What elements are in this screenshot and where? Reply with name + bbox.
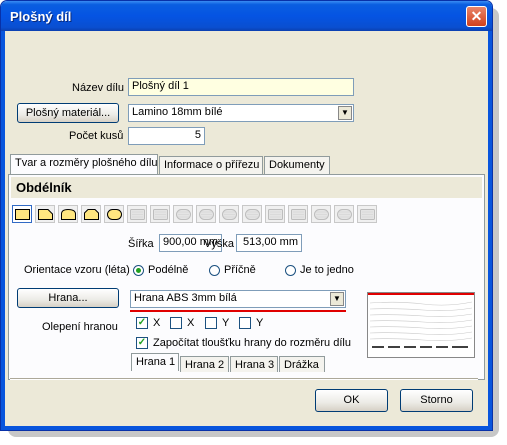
count-input[interactable]: 5 — [128, 127, 205, 145]
shape-round-corner-button[interactable] — [58, 205, 78, 223]
height-input[interactable]: 513,00 mm — [236, 234, 302, 252]
shape-chamfer-corner-icon — [38, 209, 53, 220]
shape-hatched-4-icon — [291, 209, 306, 220]
shape-hatched-1-button[interactable] — [127, 205, 147, 223]
width-label: Šířka — [128, 238, 154, 250]
shape-oval-2-icon — [199, 209, 214, 220]
shape-round-corner-icon — [61, 209, 76, 220]
radio-pricne-label: Příčně — [224, 264, 256, 276]
check-x2[interactable] — [170, 317, 182, 329]
shape-chamfer-both-button[interactable] — [81, 205, 101, 223]
shape-header: Obdélník — [11, 177, 482, 198]
shape-hatched-1-icon — [130, 209, 145, 220]
shape-hatched-5-button[interactable] — [357, 205, 377, 223]
check-x2-label: X — [187, 317, 195, 329]
check-y1[interactable] — [205, 317, 217, 329]
edge-button[interactable]: Hrana... — [17, 288, 119, 308]
ok-button[interactable]: OK — [315, 389, 388, 412]
preview-edge-top — [368, 293, 474, 295]
name-label-text: Název dílu — [72, 82, 124, 94]
shape-round-both-button[interactable] — [104, 205, 124, 223]
glue-label: Olepení hranou — [42, 321, 118, 333]
close-icon[interactable]: ✕ — [466, 6, 487, 27]
edge-underline — [130, 310, 346, 312]
cancel-button[interactable]: Storno — [400, 389, 473, 412]
tab-hrana-1[interactable]: Hrana 1 — [131, 353, 179, 371]
window-title: Plošný díl — [10, 9, 72, 24]
radio-podelne[interactable] — [133, 265, 144, 276]
tab-shape-dimensions[interactable]: Tvar a rozměry plošného dílu — [10, 154, 158, 174]
tab-documents[interactable]: Dokumenty — [264, 156, 330, 174]
check-y2-label: Y — [256, 317, 264, 329]
shape-semicircle-icon — [222, 209, 237, 220]
check-thickness[interactable]: ✓ — [136, 337, 148, 349]
shape-hatched-5-icon — [360, 209, 375, 220]
shape-rectangle-icon — [15, 209, 30, 220]
check-y2[interactable] — [239, 317, 251, 329]
material-select[interactable]: Lamino 18mm bílé ▼ — [128, 104, 354, 122]
shape-hatched-2-button[interactable] — [150, 205, 170, 223]
edge-select[interactable]: Hrana ABS 3mm bílá ▼ — [130, 290, 346, 308]
radio-je-to-jedno-label: Je to jedno — [300, 264, 354, 276]
tab-drazka[interactable]: Drážka — [279, 356, 325, 372]
radio-pricne[interactable] — [209, 265, 220, 276]
check-y1-label: Y — [222, 317, 230, 329]
orientation-label: Orientace vzoru (léta) — [24, 264, 130, 276]
shape-semicircle-button[interactable] — [219, 205, 239, 223]
shape-hatched-3-icon — [268, 209, 283, 220]
radio-podelne-label: Podélně — [148, 264, 189, 276]
shape-oval-3-icon — [314, 209, 329, 220]
material-select-value: Lamino 18mm bílé — [132, 106, 223, 118]
wood-grain-preview — [368, 293, 474, 348]
name-input[interactable]: Plošný díl 1 — [128, 78, 354, 96]
chevron-down-icon[interactable]: ▼ — [330, 292, 344, 306]
check-x1[interactable]: ✓ — [136, 317, 148, 329]
part-preview — [367, 292, 475, 358]
shape-hatched-3-button[interactable] — [265, 205, 285, 223]
shape-round-both-icon — [107, 209, 122, 220]
shape-circle-button[interactable] — [242, 205, 262, 223]
shape-rectangle-button[interactable] — [12, 205, 32, 223]
shape-hatched-4-button[interactable] — [288, 205, 308, 223]
height-label: Výška — [204, 238, 234, 250]
shape-oval-1-icon — [176, 209, 191, 220]
check-x1-label: X — [153, 317, 161, 329]
tab-cut-info[interactable]: Informace o přířezu — [159, 156, 263, 174]
count-label: Počet kusů — [69, 130, 124, 142]
shape-chamfer-both-icon — [84, 209, 99, 220]
shape-oval-3-button[interactable] — [311, 205, 331, 223]
chevron-down-icon[interactable]: ▼ — [338, 106, 352, 120]
shape-chamfer-corner-button[interactable] — [35, 205, 55, 223]
title-bar[interactable]: Plošný díl ✕ — [1, 1, 492, 31]
radio-je-to-jedno[interactable] — [285, 265, 296, 276]
tab-hrana-3[interactable]: Hrana 3 — [230, 356, 278, 372]
separator — [10, 378, 478, 380]
shape-oval-4-icon — [337, 209, 352, 220]
shape-circle-icon — [245, 209, 260, 220]
tab-hrana-2[interactable]: Hrana 2 — [180, 356, 229, 372]
material-button[interactable]: Plošný materiál... — [17, 103, 119, 123]
shape-oval-1-button[interactable] — [173, 205, 193, 223]
shape-hatched-2-icon — [153, 209, 168, 220]
thickness-label: Započítat tloušťku hrany do rozměru dílu — [153, 337, 351, 349]
edge-select-value: Hrana ABS 3mm bílá — [134, 292, 237, 304]
shape-oval-4-button[interactable] — [334, 205, 354, 223]
shape-oval-2-button[interactable] — [196, 205, 216, 223]
